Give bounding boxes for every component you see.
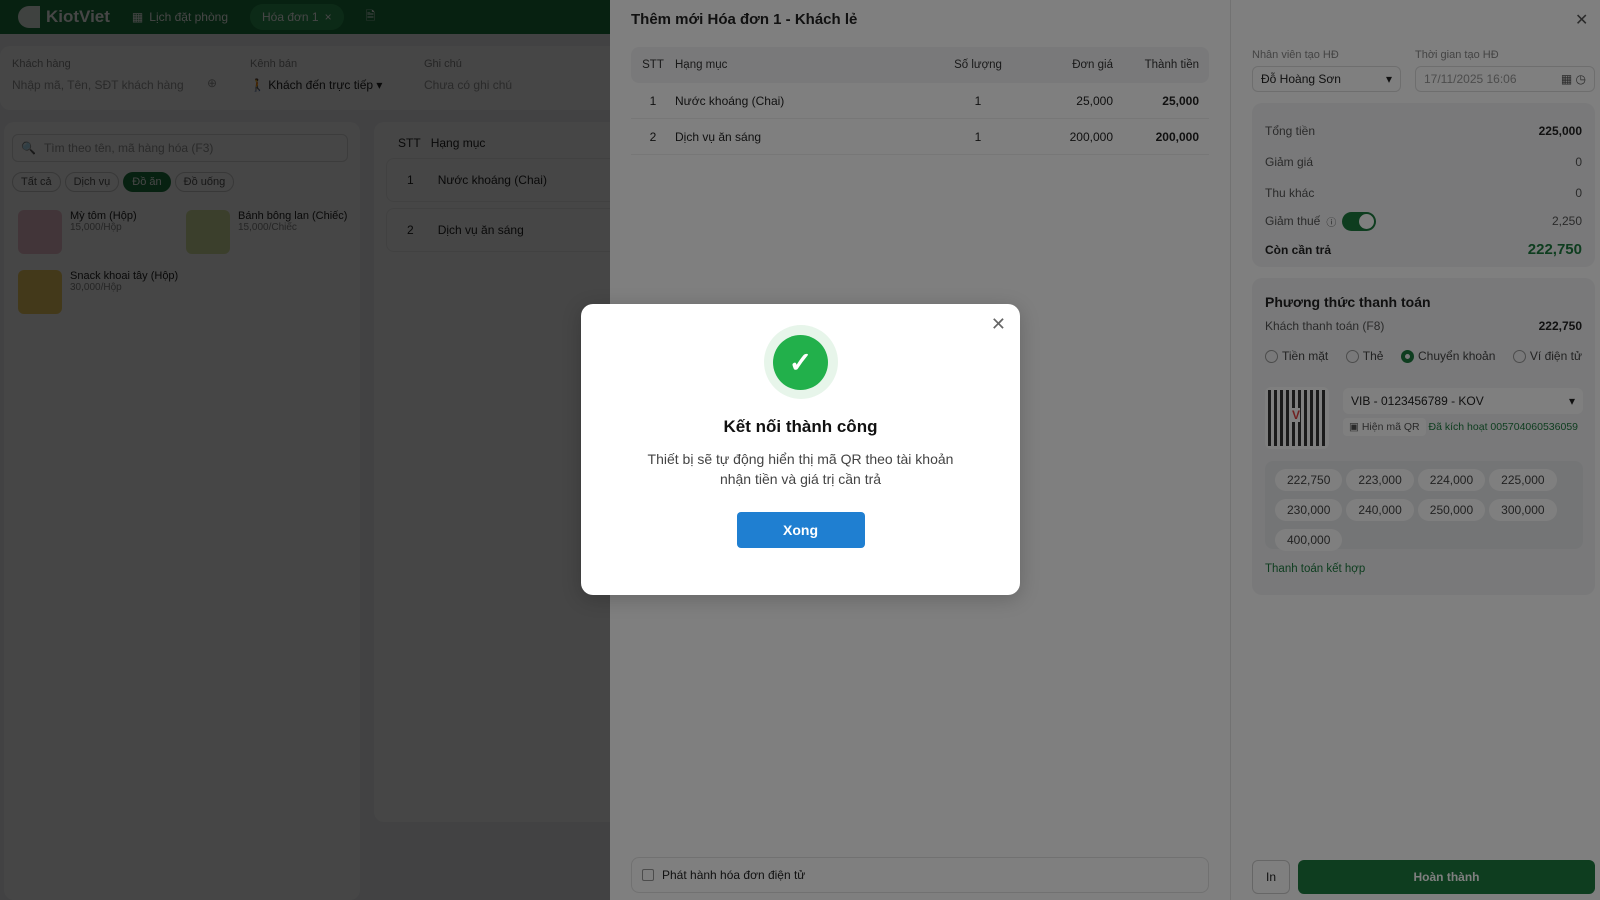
modal-message: Thiết bị sẽ tự động hiển thị mã QR theo … xyxy=(647,451,954,487)
success-icon-ring: ✓ xyxy=(763,325,838,399)
close-modal-icon[interactable]: ✕ xyxy=(991,314,1006,335)
modal-title: Kết nối thành công xyxy=(723,417,878,436)
done-button[interactable]: Xong xyxy=(736,512,865,548)
success-modal: ✕ ✓ Kết nối thành công Thiết bị sẽ tự độ… xyxy=(581,304,1020,595)
check-icon: ✓ xyxy=(773,334,828,390)
